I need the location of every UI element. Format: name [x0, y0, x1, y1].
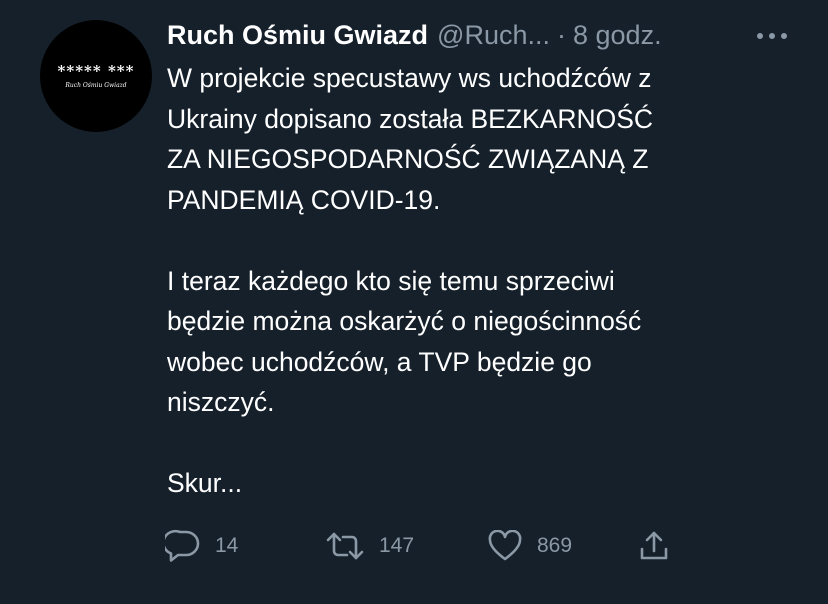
tweet-text-line: Ukrainy dopisano została BEZKARNOŚĆ: [167, 103, 654, 134]
reply-button[interactable]: 14: [165, 526, 238, 566]
author-handle[interactable]: @Ruch...: [437, 20, 550, 51]
retweet-button[interactable]: 147: [325, 526, 414, 566]
header-separator: ·: [557, 19, 566, 50]
tweet-text-line: PANDEMIĄ COVID-19.: [167, 184, 441, 215]
tweet-text-line: będzie można oskarżyć o niegościnność: [167, 306, 642, 336]
reply-icon: [165, 529, 200, 562]
tweet-text-line: niszczyć.: [167, 387, 275, 417]
reply-count: 14: [215, 534, 239, 557]
tweet-text: W projekcie specustawy ws uchodźców z Uk…: [167, 58, 787, 504]
tweet-text-line: I teraz każdego kto się temu sprzeciwi: [167, 265, 615, 296]
tweet-header: Ruch Ośmiu Gwiazd @Ruch... · 8 godz.: [167, 16, 662, 54]
avatar[interactable]: ***** *** Ruch Ośmiu Gwiazd: [40, 20, 152, 132]
more-horizontal-icon: [757, 33, 787, 39]
retweet-icon: [326, 532, 364, 560]
share-button[interactable]: [637, 526, 671, 566]
avatar-sub-text: Ruch Ośmiu Gwiazd: [65, 81, 127, 89]
author-display-name[interactable]: Ruch Ośmiu Gwiazd: [167, 20, 428, 51]
tweet-text-line: wobec uchodźców, a TVP będzie go: [167, 346, 592, 377]
tweet-text-line: W projekcie specustawy ws uchodźców z: [167, 63, 652, 93]
retweet-count: 147: [379, 534, 415, 557]
truncated-text-line[interactable]: Skur...: [167, 463, 787, 504]
like-count: 869: [537, 534, 573, 557]
more-options-button[interactable]: [748, 20, 796, 52]
share-icon: [640, 531, 668, 560]
heart-icon: [488, 530, 522, 561]
like-button[interactable]: 869: [487, 526, 572, 566]
tweet-timestamp[interactable]: 8 godz.: [573, 20, 662, 51]
tweet-text-line: ZA NIEGOSPODARNOŚĆ ZWIĄZANĄ Z: [167, 144, 649, 174]
tweet-actions: 14 147 869: [165, 526, 705, 566]
avatar-logo-text: ***** ***: [57, 61, 135, 80]
tweet[interactable]: ***** *** Ruch Ośmiu Gwiazd Ruch Ośmiu G…: [0, 0, 828, 604]
